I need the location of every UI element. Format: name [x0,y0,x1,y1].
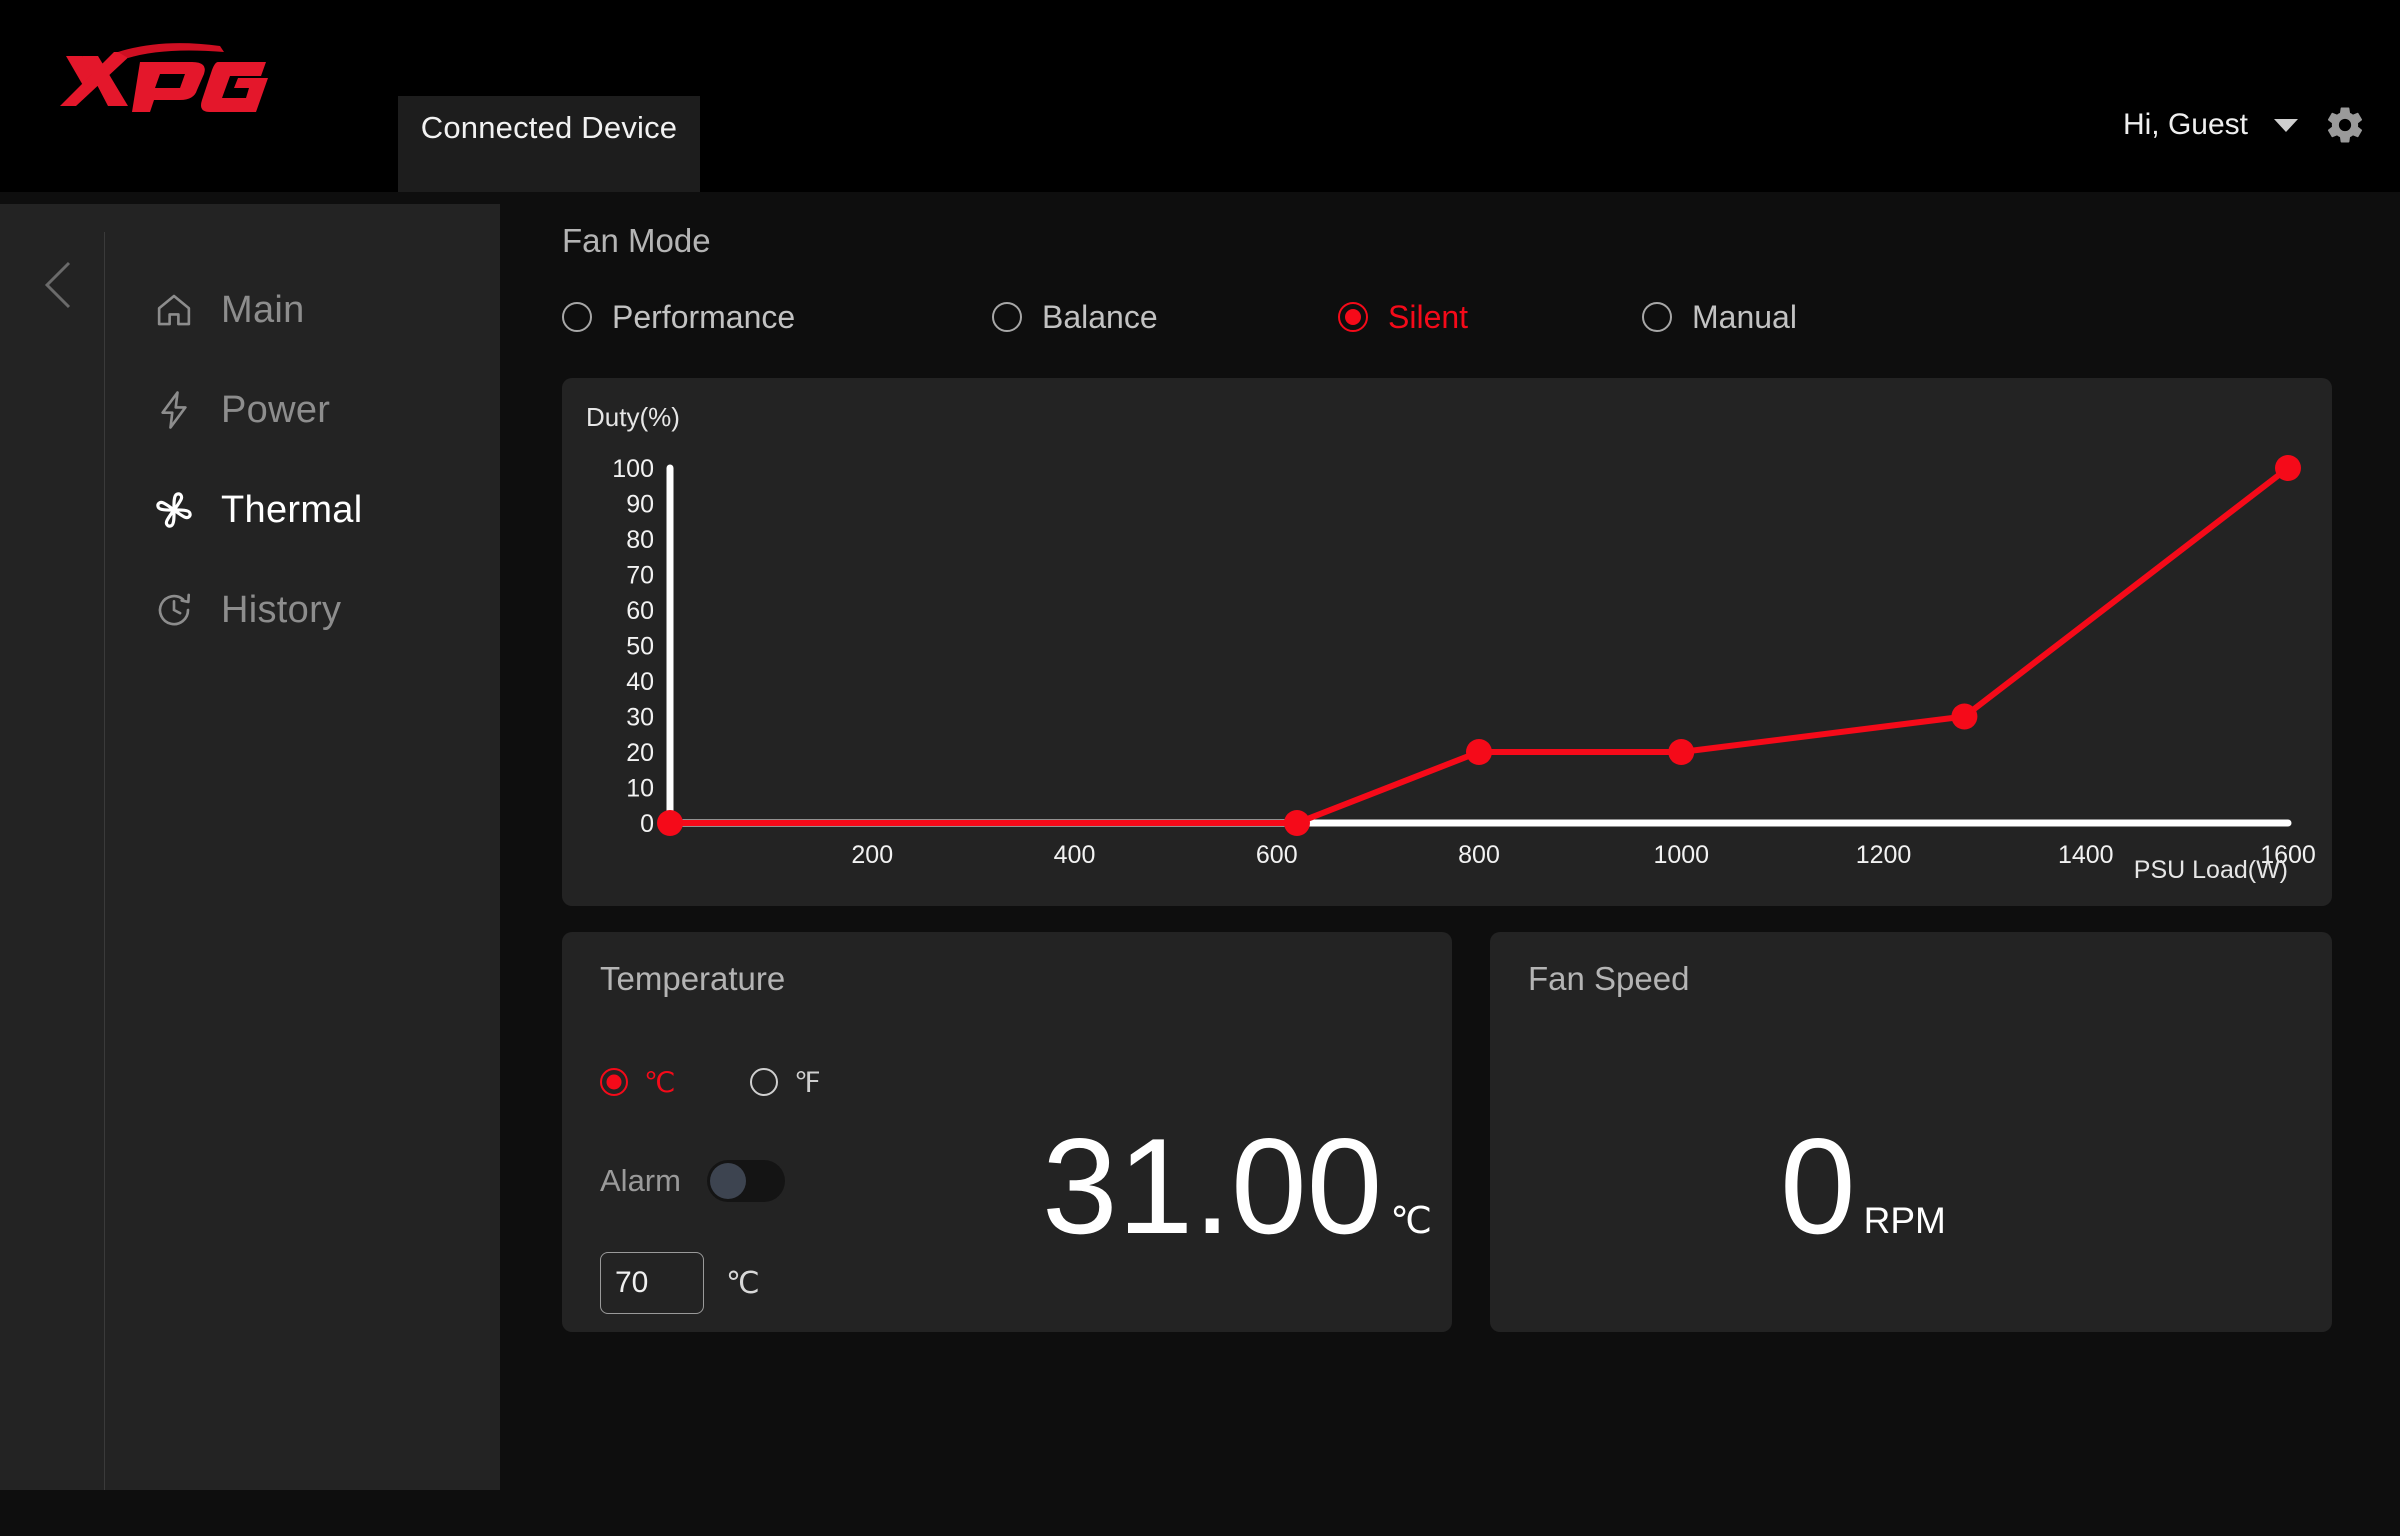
app-header: Connected Device Hi, Guest [0,0,2400,192]
fan-mode-title: Fan Mode [562,222,711,259]
user-menu[interactable]: Hi, Guest [2123,104,2366,146]
radio-icon [750,1068,778,1096]
chart-data-point[interactable] [657,810,683,836]
tab-connected-device-label: Connected Device [420,110,678,145]
fan-icon [156,492,192,528]
temperature-unit-radio-group: ℃ ℉ [600,1060,920,1104]
temperature-value: 31.00 [1042,1110,1383,1262]
lightning-icon [161,391,187,429]
temperature-value-unit: ℃ [1390,1200,1432,1241]
alarm-label: Alarm [600,1163,681,1198]
temperature-unit-fahrenheit-label: ℉ [794,1066,821,1098]
user-greeting[interactable]: Hi, Guest [2123,108,2248,142]
chart-y-tick-label: 50 [626,633,654,661]
chart-y-tick-label: 0 [640,810,654,838]
chart-y-tick-label: 100 [612,455,654,483]
radio-icon [600,1068,628,1096]
fan-mode-option-silent-label: Silent [1388,298,1469,335]
chart-y-ticks: 0 10 20 30 40 50 60 70 80 90 100 [612,455,654,838]
chart-y-axis-label: Duty(%) [586,402,680,432]
alarm-threshold-unit: ℃ [726,1266,760,1300]
fan-mode-option-performance-label: Performance [612,298,796,335]
fan-curve-chart[interactable]: Duty(%) 0 10 20 30 40 50 60 70 80 90 100 200 400 600… [562,378,2332,906]
fan-curve-chart-panel[interactable]: Duty(%) 0 10 20 30 40 50 60 70 80 90 100 200 400 600… [562,378,2332,906]
fan-mode-option-balance-label: Balance [1042,298,1158,335]
chart-x-tick-label: 800 [1458,841,1500,869]
temperature-reading: 31.00 ℃ [1042,1118,1432,1254]
radio-icon [1642,302,1672,332]
chart-data-point[interactable] [1668,739,1695,765]
alarm-row: Alarm [600,1160,785,1202]
chart-series-line [670,465,2290,826]
temperature-unit-celsius[interactable]: ℃ [600,1060,675,1104]
chart-data-point[interactable] [1283,810,1310,836]
sidebar-item-main[interactable]: Main [105,260,500,360]
sidebar-item-power[interactable]: Power [105,360,500,460]
chart-x-tick-label: 1200 [1856,841,1912,869]
alarm-toggle[interactable] [706,1160,785,1202]
fan-mode-radio-group: Performance Balance Silent Manual [562,290,1882,344]
sidebar-nav: Main Power Thermal History [104,232,500,1490]
chart-x-tick-label: 400 [1054,841,1096,869]
temperature-panel-title: Temperature [600,960,786,997]
sidebar-item-power-label: Power [221,388,331,431]
radio-icon [562,302,592,332]
chart-data-point[interactable] [1951,703,1978,730]
chart-y-tick-label: 80 [626,526,654,554]
xpg-logo [60,43,268,112]
temperature-unit-fahrenheit[interactable]: ℉ [750,1060,821,1104]
chart-y-tick-label: 40 [626,668,654,696]
fan-speed-panel: Fan Speed 0 RPM [1490,932,2332,1332]
temperature-panel: Temperature ℃ ℉ Alarm 70 ℃ 31.00 ℃ [562,932,1452,1332]
fan-mode-option-balance[interactable]: Balance [992,290,1158,344]
chart-data-point[interactable] [2275,455,2301,481]
chevron-left-icon[interactable] [36,256,80,314]
fan-mode-option-manual-label: Manual [1692,298,1797,335]
fan-mode-option-silent[interactable]: Silent [1338,290,1468,344]
chart-x-tick-label: 600 [1256,841,1298,869]
chart-y-tick-label: 70 [626,562,654,590]
tab-connected-device[interactable]: Connected Device [398,96,700,192]
fan-speed-value-unit: RPM [1863,1200,1946,1241]
chart-data-point[interactable] [1466,739,1492,765]
radio-icon [992,302,1022,332]
chart-y-tick-label: 30 [626,704,654,732]
home-icon [157,294,191,326]
sidebar-item-history-label: History [221,588,342,631]
fan-speed-reading: 0 RPM [1780,1118,1946,1254]
fan-speed-value: 0 [1780,1110,1856,1262]
chart-y-tick-label: 60 [626,597,654,625]
app-body: Main Power Thermal History Fan Mode Perf… [0,192,2400,1536]
fan-mode-option-performance[interactable]: Performance [562,290,795,344]
chart-y-tick-label: 20 [626,739,654,767]
gear-icon[interactable] [2324,104,2366,146]
sidebar-item-thermal[interactable]: Thermal [105,460,500,560]
sidebar-item-main-label: Main [221,288,305,331]
chart-y-tick-label: 10 [626,775,654,803]
sidebar-item-thermal-label: Thermal [221,488,363,531]
alarm-threshold-input[interactable] [600,1252,704,1314]
chart-x-tick-label: 200 [851,841,893,869]
chart-x-axis-label: PSU Load(W) [2134,856,2288,884]
sidebar-item-history[interactable]: History [105,560,500,660]
chevron-down-icon[interactable] [2274,118,2298,132]
main-content: Fan Mode Performance Balance Silent Manu… [500,192,2400,1536]
fan-speed-panel-title: Fan Speed [1528,960,1690,997]
clock-icon [158,593,191,626]
chart-y-tick-label: 90 [626,491,654,519]
app-window: Connected Device Hi, Guest Main Power Th… [0,0,2400,1536]
temperature-unit-celsius-label: ℃ [644,1066,676,1098]
sidebar: Main Power Thermal History [0,204,500,1490]
chart-x-ticks: 200 400 600 800 1000 1200 1400 1600 [851,841,2315,869]
chart-x-tick-label: 1000 [1653,841,1709,869]
alarm-toggle-knob [709,1163,746,1199]
radio-icon [1338,302,1368,332]
fan-mode-option-manual[interactable]: Manual [1642,290,1797,344]
chart-x-tick-label: 1400 [2058,841,2114,869]
alarm-threshold-row: ℃ [600,1252,760,1314]
